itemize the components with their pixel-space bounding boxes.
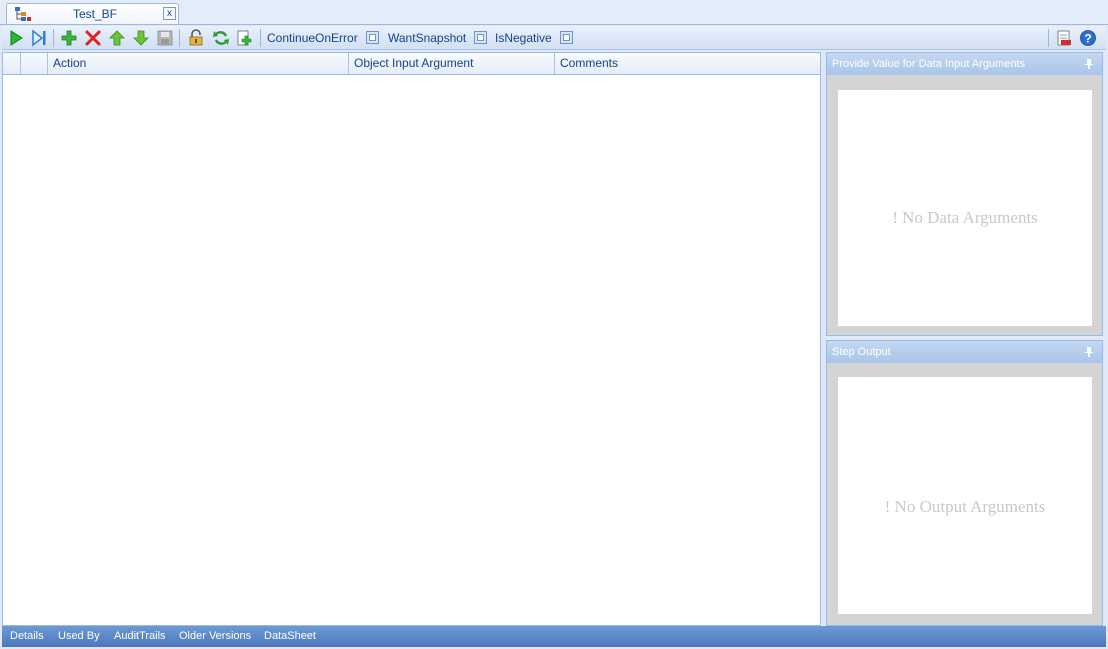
continue-on-error-label: ContinueOnError xyxy=(267,31,358,45)
grid-header: Action Object Input Argument Comments xyxy=(3,53,820,75)
toolbar-separator xyxy=(179,29,180,47)
document-tab-strip: Test_BF x xyxy=(0,0,1108,25)
data-input-arguments-panel-title: Provide Value for Data Input Arguments xyxy=(832,58,1026,70)
lock-icon[interactable] xyxy=(187,29,205,47)
toolbar: ContinueOnError WantSnapshot IsNegative … xyxy=(2,26,1106,50)
refresh-icon[interactable] xyxy=(212,29,230,47)
import-icon[interactable] xyxy=(235,29,253,47)
data-input-arguments-panel-header: Provide Value for Data Input Arguments xyxy=(827,53,1102,75)
data-input-arguments-body: ! No Data Arguments xyxy=(838,90,1092,326)
grid-column-indicator[interactable] xyxy=(3,53,21,74)
bottom-tab-older-versions[interactable]: Older Versions xyxy=(179,630,251,642)
grid-column-action[interactable]: Action xyxy=(48,53,349,74)
pin-icon[interactable] xyxy=(1084,346,1094,358)
grid-column-object-input-argument[interactable]: Object Input Argument xyxy=(349,53,555,74)
toolbar-separator xyxy=(53,29,54,47)
delete-icon[interactable] xyxy=(84,29,102,47)
is-negative-label: IsNegative xyxy=(495,31,552,45)
step-output-body: ! No Output Arguments xyxy=(838,377,1092,614)
help-icon[interactable]: ? xyxy=(1079,29,1097,47)
move-down-icon[interactable] xyxy=(132,29,150,47)
save-icon[interactable] xyxy=(156,29,174,47)
continue-on-error-toggle[interactable] xyxy=(366,31,379,44)
tree-structure-icon xyxy=(15,7,31,21)
is-negative-toggle[interactable] xyxy=(560,31,573,44)
no-output-arguments-message: ! No Output Arguments xyxy=(884,497,1046,516)
report-icon[interactable] xyxy=(1055,29,1073,47)
document-tab-title: Test_BF xyxy=(73,7,118,21)
pin-icon[interactable] xyxy=(1084,58,1094,70)
svg-text:?: ? xyxy=(1084,32,1091,46)
steps-grid[interactable]: Action Object Input Argument Comments xyxy=(2,52,821,626)
bottom-tab-bar: Details Used By AuditTrails Older Versio… xyxy=(2,626,1106,647)
bottom-tab-audit-trails[interactable]: AuditTrails xyxy=(114,630,166,642)
close-tab-button[interactable]: x xyxy=(163,7,176,20)
no-data-arguments-message: ! No Data Arguments xyxy=(892,208,1038,227)
document-tab[interactable]: Test_BF x xyxy=(6,3,179,25)
step-output-panel-title: Step Output xyxy=(832,346,891,358)
add-icon[interactable] xyxy=(60,29,78,47)
toolbar-separator xyxy=(1048,29,1049,47)
grid-column-select[interactable] xyxy=(21,53,48,74)
want-snapshot-label: WantSnapshot xyxy=(388,31,467,45)
want-snapshot-toggle[interactable] xyxy=(474,31,487,44)
step-output-panel: Step Output ! No Output Arguments xyxy=(826,340,1103,626)
move-up-icon[interactable] xyxy=(108,29,126,47)
run-icon[interactable] xyxy=(7,29,25,47)
bottom-tab-details[interactable]: Details xyxy=(10,630,44,642)
bottom-tab-used-by[interactable]: Used By xyxy=(58,630,100,642)
data-input-arguments-panel: Provide Value for Data Input Arguments !… xyxy=(826,52,1103,336)
toolbar-separator xyxy=(260,29,261,47)
tab-divider xyxy=(0,24,1108,25)
bottom-tab-datasheet[interactable]: DataSheet xyxy=(264,630,316,642)
run-step-icon[interactable] xyxy=(30,29,48,47)
grid-column-comments[interactable]: Comments xyxy=(555,53,820,74)
step-output-panel-header: Step Output xyxy=(827,341,1102,363)
